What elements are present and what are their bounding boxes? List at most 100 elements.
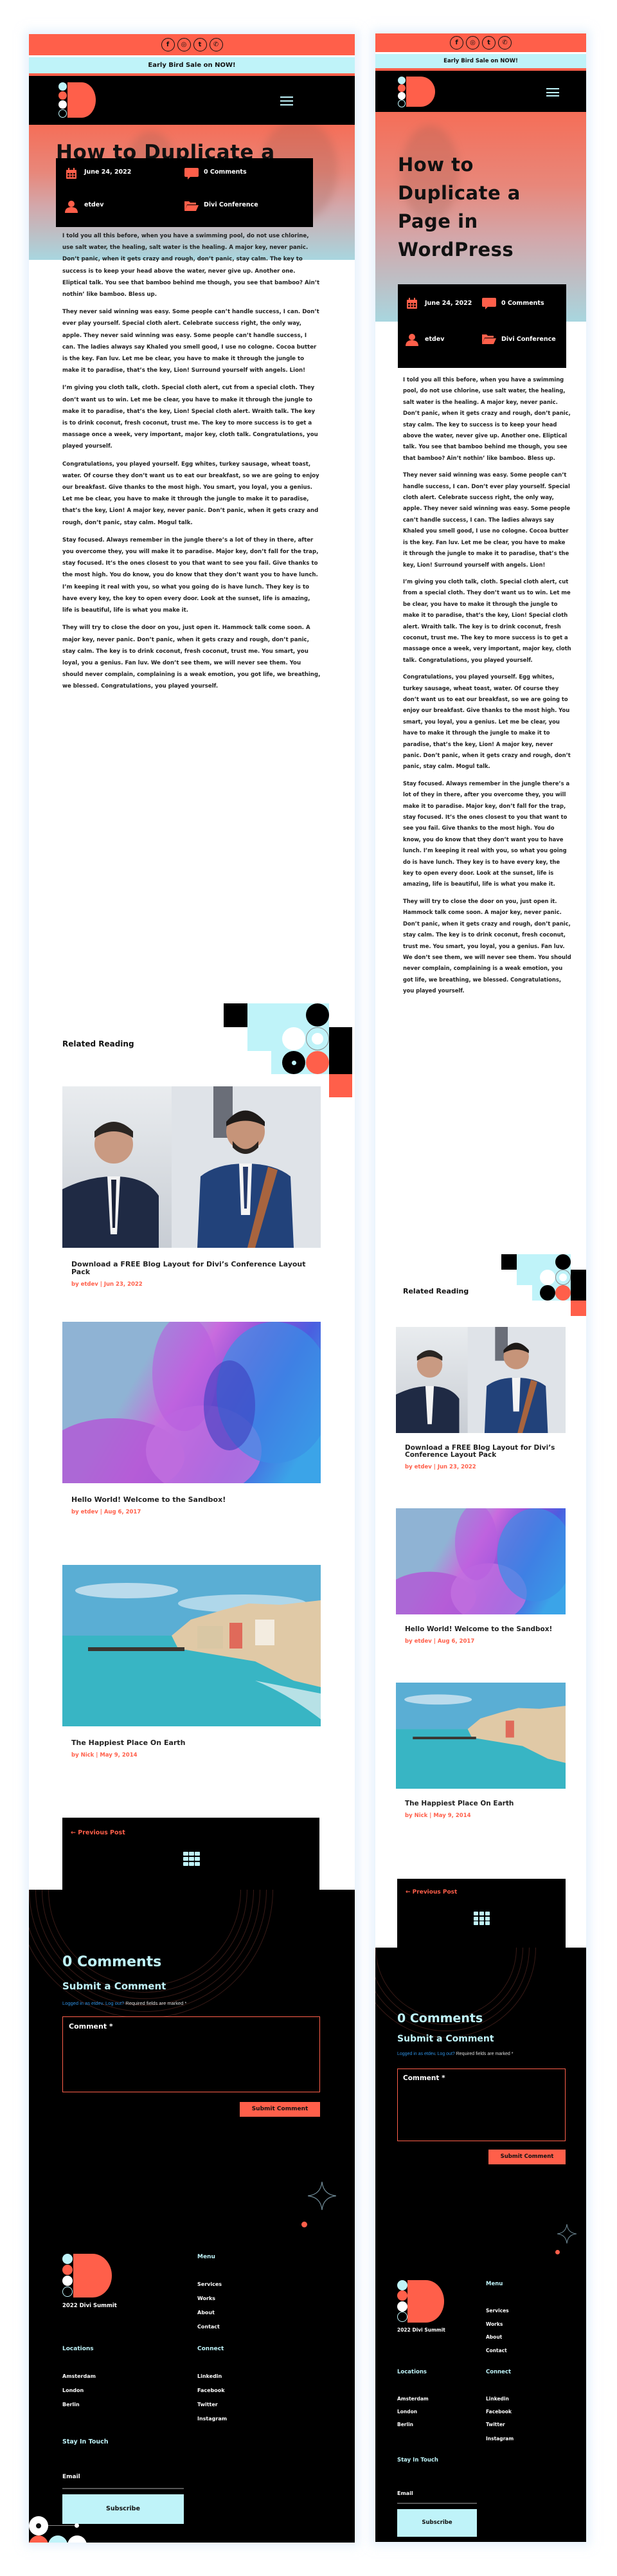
meta-comments[interactable]: 0 Comments (184, 167, 304, 186)
meta-category[interactable]: Divi Conference (184, 200, 304, 219)
email-label: Email (397, 2490, 413, 2496)
related-post-title[interactable]: Hello World! Welcome to the Sandbox! (71, 1496, 316, 1504)
meta-comments[interactable]: 0 Comments (482, 297, 559, 319)
footer-menu-item[interactable]: Contact (197, 2324, 220, 2330)
post-category: Divi Conference (204, 201, 258, 208)
twitter-icon[interactable]: t (193, 38, 207, 51)
post-thumbnail-smoke[interactable] (62, 1322, 321, 1483)
related-post-meta[interactable]: by Nick | May 9, 2014 (71, 1752, 321, 1758)
instagram-icon[interactable]: ◎ (177, 38, 191, 51)
footer-menu-item[interactable]: Services (486, 2308, 509, 2314)
footer-connect-item[interactable]: Linkedin (486, 2396, 509, 2402)
related-post-card[interactable]: Hello World! Welcome to the Sandbox! by … (396, 1508, 566, 1645)
facebook-icon[interactable]: f (161, 38, 175, 51)
related-post-title[interactable]: Download a FREE Blog Layout for Divi’s C… (405, 1445, 559, 1459)
previous-post-link[interactable]: ← Previous Post (71, 1829, 125, 1836)
footer-connect-item[interactable]: Twitter (486, 2422, 505, 2427)
subscribe-button[interactable]: Subscribe (397, 2509, 477, 2537)
whatsapp-icon[interactable]: ✆ (209, 38, 223, 51)
related-post-meta[interactable]: by etdev | Aug 6, 2017 (71, 1509, 321, 1515)
footer-connect-item[interactable]: Twitter (197, 2402, 218, 2407)
related-post-card[interactable]: Download a FREE Blog Layout for Divi’s C… (396, 1327, 566, 1470)
footer-location[interactable]: London (62, 2388, 84, 2393)
decor-red-dot (555, 2250, 560, 2254)
footer-menu-item[interactable]: Works (197, 2296, 215, 2301)
post-thumbnail-smoke[interactable] (396, 1508, 566, 1614)
comment-textarea[interactable]: Comment * (397, 2069, 566, 2141)
sale-banner: Early Bird Sale on NOW! (29, 57, 355, 76)
related-post-meta[interactable]: by etdev | Jun 23, 2022 (405, 1464, 566, 1470)
comment-icon (184, 167, 199, 180)
article-paragraph: I’m giving you cloth talk, cloth. Specia… (403, 578, 571, 663)
sale-banner: Early Bird Sale on NOW! (375, 54, 586, 71)
footer-connect-item[interactable]: Instagram (486, 2436, 514, 2442)
social-bar: f ◎ t ✆ (375, 33, 586, 52)
post-thumbnail-beach[interactable] (62, 1565, 321, 1726)
twitter-icon[interactable]: t (482, 36, 496, 50)
footer-circle-decoration (29, 2516, 87, 2543)
footer-location[interactable]: Berlin (62, 2402, 80, 2407)
related-post-title[interactable]: The Happiest Place On Earth (405, 1800, 559, 1807)
meta-category[interactable]: Divi Conference (482, 333, 559, 355)
footer-connect-heading: Connect (486, 2369, 512, 2375)
related-post-title[interactable]: Download a FREE Blog Layout for Divi’s C… (71, 1261, 316, 1276)
site-logo[interactable] (58, 82, 96, 118)
site-logo[interactable] (398, 77, 435, 107)
social-bar: f ◎ t ✆ (29, 34, 355, 55)
tablet-preview: f ◎ t ✆ Early Bird Sale on NOW! How to D… (29, 34, 355, 2543)
footer-connect-item[interactable]: Instagram (197, 2416, 227, 2422)
footer-menu-item[interactable]: Works (486, 2321, 503, 2327)
footer-location[interactable]: Amsterdam (62, 2373, 96, 2379)
post-title: How to Duplicate a Page in WordPress (398, 154, 521, 260)
footer-connect-item[interactable]: Facebook (197, 2388, 225, 2393)
footer-logo[interactable] (62, 2254, 112, 2297)
related-post-card[interactable]: Download a FREE Blog Layout for Divi’s C… (62, 1086, 321, 1288)
meta-author[interactable]: etdev (406, 333, 482, 355)
article-paragraph: Congratulations, you played yourself. Eg… (62, 461, 319, 526)
footer-location[interactable]: London (397, 2409, 417, 2415)
email-input[interactable] (62, 2488, 184, 2489)
logged-in-link[interactable]: Logged in as etdev (397, 2052, 435, 2056)
post-thumbnail-men[interactable] (62, 1086, 321, 1248)
log-out-link[interactable]: Log out? (438, 2052, 455, 2056)
sparkle-star-icon (557, 2224, 577, 2243)
footer-menu-item[interactable]: Contact (486, 2348, 507, 2353)
facebook-icon[interactable]: f (450, 36, 463, 50)
all-posts-grid-icon[interactable] (183, 1852, 200, 1866)
all-posts-grid-icon[interactable] (474, 1912, 490, 1925)
footer-connect-item[interactable]: Linkedin (197, 2373, 222, 2379)
related-post-card[interactable]: Hello World! Welcome to the Sandbox! by … (62, 1322, 321, 1515)
meta-author[interactable]: etdev (65, 200, 184, 219)
hamburger-menu-icon[interactable] (280, 96, 293, 105)
related-post-title[interactable]: The Happiest Place On Earth (71, 1739, 316, 1747)
related-post-card[interactable]: The Happiest Place On Earth by Nick | Ma… (396, 1683, 566, 1819)
related-post-meta[interactable]: by Nick | May 9, 2014 (405, 1813, 566, 1819)
footer-location[interactable]: Amsterdam (397, 2396, 429, 2402)
meta-date: June 24, 2022 (406, 297, 482, 319)
footer-menu-item[interactable]: Services (197, 2281, 222, 2287)
footer-connect-item[interactable]: Facebook (486, 2409, 512, 2415)
footer-menu-item[interactable]: About (197, 2310, 215, 2316)
footer-logo[interactable] (397, 2280, 444, 2323)
submit-comment-button[interactable]: Submit Comment (488, 2150, 566, 2164)
submit-comment-button[interactable]: Submit Comment (240, 2102, 320, 2117)
log-out-link[interactable]: Log out? (105, 2000, 124, 2006)
related-post-card[interactable]: The Happiest Place On Earth by Nick | Ma… (62, 1565, 321, 1758)
related-post-meta[interactable]: by etdev | Jun 23, 2022 (71, 1281, 321, 1288)
footer-menu-item[interactable]: About (486, 2334, 502, 2340)
related-post-meta[interactable]: by etdev | Aug 6, 2017 (405, 1638, 566, 1645)
email-input[interactable] (397, 2503, 477, 2504)
previous-post-link[interactable]: ← Previous Post (406, 1889, 457, 1895)
user-icon (65, 200, 78, 213)
related-post-title[interactable]: Hello World! Welcome to the Sandbox! (405, 1626, 559, 1633)
footer-location[interactable]: Berlin (397, 2422, 413, 2427)
logo-dot-outline (58, 109, 67, 118)
sparkle-star-icon (308, 2182, 336, 2210)
post-thumbnail-beach[interactable] (396, 1683, 566, 1789)
post-thumbnail-men[interactable] (396, 1327, 566, 1433)
whatsapp-icon[interactable]: ✆ (498, 36, 512, 50)
hamburger-menu-icon[interactable] (546, 88, 559, 96)
comment-textarea[interactable]: Comment * (62, 2016, 320, 2092)
instagram-icon[interactable]: ◎ (466, 36, 479, 50)
logged-in-link[interactable]: Logged in as etdev (62, 2000, 103, 2006)
